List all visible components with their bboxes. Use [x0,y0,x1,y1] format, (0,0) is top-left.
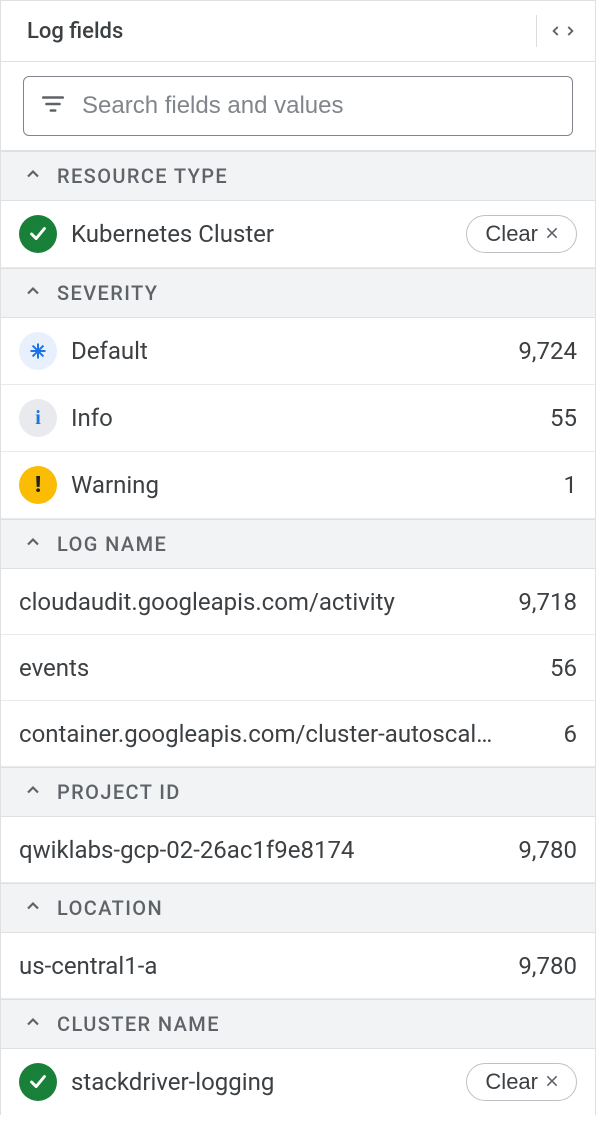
field-row-project-id[interactable]: qwiklabs-gcp-02-26ac1f9e8174 9,780 [1,817,595,883]
check-icon [19,215,57,253]
field-row-log-name[interactable]: cloudaudit.googleapis.com/activity 9,718 [1,569,595,635]
search-container [1,62,595,151]
section-header-cluster-name[interactable]: CLUSTER NAME [1,999,595,1049]
clear-label: Clear [485,221,538,247]
section-title: CLUSTER NAME [57,1012,220,1036]
panel-header-actions [536,15,577,47]
field-label: us-central1-a [19,952,492,980]
header-divider [536,15,537,47]
close-icon [544,221,560,247]
section-header-location[interactable]: LOCATION [1,883,595,933]
field-label: qwiklabs-gcp-02-26ac1f9e8174 [19,836,492,864]
log-fields-panel: Log fields RESOURCE TYPE Kubernetes Clus… [0,0,596,1115]
field-label: Warning [71,471,538,499]
field-count: 9,718 [518,588,577,616]
clear-button[interactable]: Clear [466,1063,577,1101]
field-row-severity-info[interactable]: i Info 55 [1,385,595,452]
section-title: LOCATION [57,896,163,920]
info-icon: i [19,399,57,437]
field-row-log-name[interactable]: container.googleapis.com/cluster-autosca… [1,701,595,767]
caret-up-icon [23,1012,43,1036]
field-count: 9,724 [518,337,577,365]
field-label: container.googleapis.com/cluster-autosca… [19,720,538,748]
panel-title: Log fields [27,19,123,44]
warning-icon: ! [19,466,57,504]
close-icon [544,1069,560,1095]
search-input[interactable] [80,91,556,121]
section-header-log-name[interactable]: LOG NAME [1,519,595,569]
section-title: SEVERITY [57,281,158,305]
section-header-project-id[interactable]: PROJECT ID [1,767,595,817]
caret-up-icon [23,281,43,305]
caret-up-icon [23,896,43,920]
collapse-toggle[interactable] [549,19,577,43]
field-label: events [19,654,524,682]
caret-up-icon [23,164,43,188]
clear-button[interactable]: Clear [466,215,577,253]
asterisk-icon [19,332,57,370]
section-header-resource-type[interactable]: RESOURCE TYPE [1,151,595,201]
section-title: PROJECT ID [57,780,181,804]
section-header-severity[interactable]: SEVERITY [1,268,595,318]
panel-header: Log fields [1,0,595,62]
field-count: 6 [564,720,578,748]
field-label: Info [71,404,524,432]
field-label: cloudaudit.googleapis.com/activity [19,588,492,616]
field-row-location[interactable]: us-central1-a 9,780 [1,933,595,999]
section-title: RESOURCE TYPE [57,164,228,188]
field-row-severity-default[interactable]: Default 9,724 [1,318,595,385]
clear-label: Clear [485,1069,538,1095]
search-box[interactable] [23,76,573,136]
field-label: Default [71,337,492,365]
field-row-resource-type[interactable]: Kubernetes Cluster Clear [1,201,595,268]
field-count: 56 [550,654,577,682]
filter-icon [40,91,66,121]
field-count: 1 [564,471,578,499]
chevron-left-icon [549,19,563,43]
field-row-log-name[interactable]: events 56 [1,635,595,701]
caret-up-icon [23,780,43,804]
field-label: Kubernetes Cluster [71,220,452,248]
section-title: LOG NAME [57,532,167,556]
check-icon [19,1063,57,1101]
field-row-severity-warning[interactable]: ! Warning 1 [1,452,595,519]
caret-up-icon [23,532,43,556]
field-label: stackdriver-logging [71,1068,452,1096]
chevron-right-icon [563,19,577,43]
field-row-cluster-name[interactable]: stackdriver-logging Clear [1,1049,595,1115]
field-count: 9,780 [518,952,577,980]
field-count: 55 [550,404,577,432]
field-count: 9,780 [518,836,577,864]
